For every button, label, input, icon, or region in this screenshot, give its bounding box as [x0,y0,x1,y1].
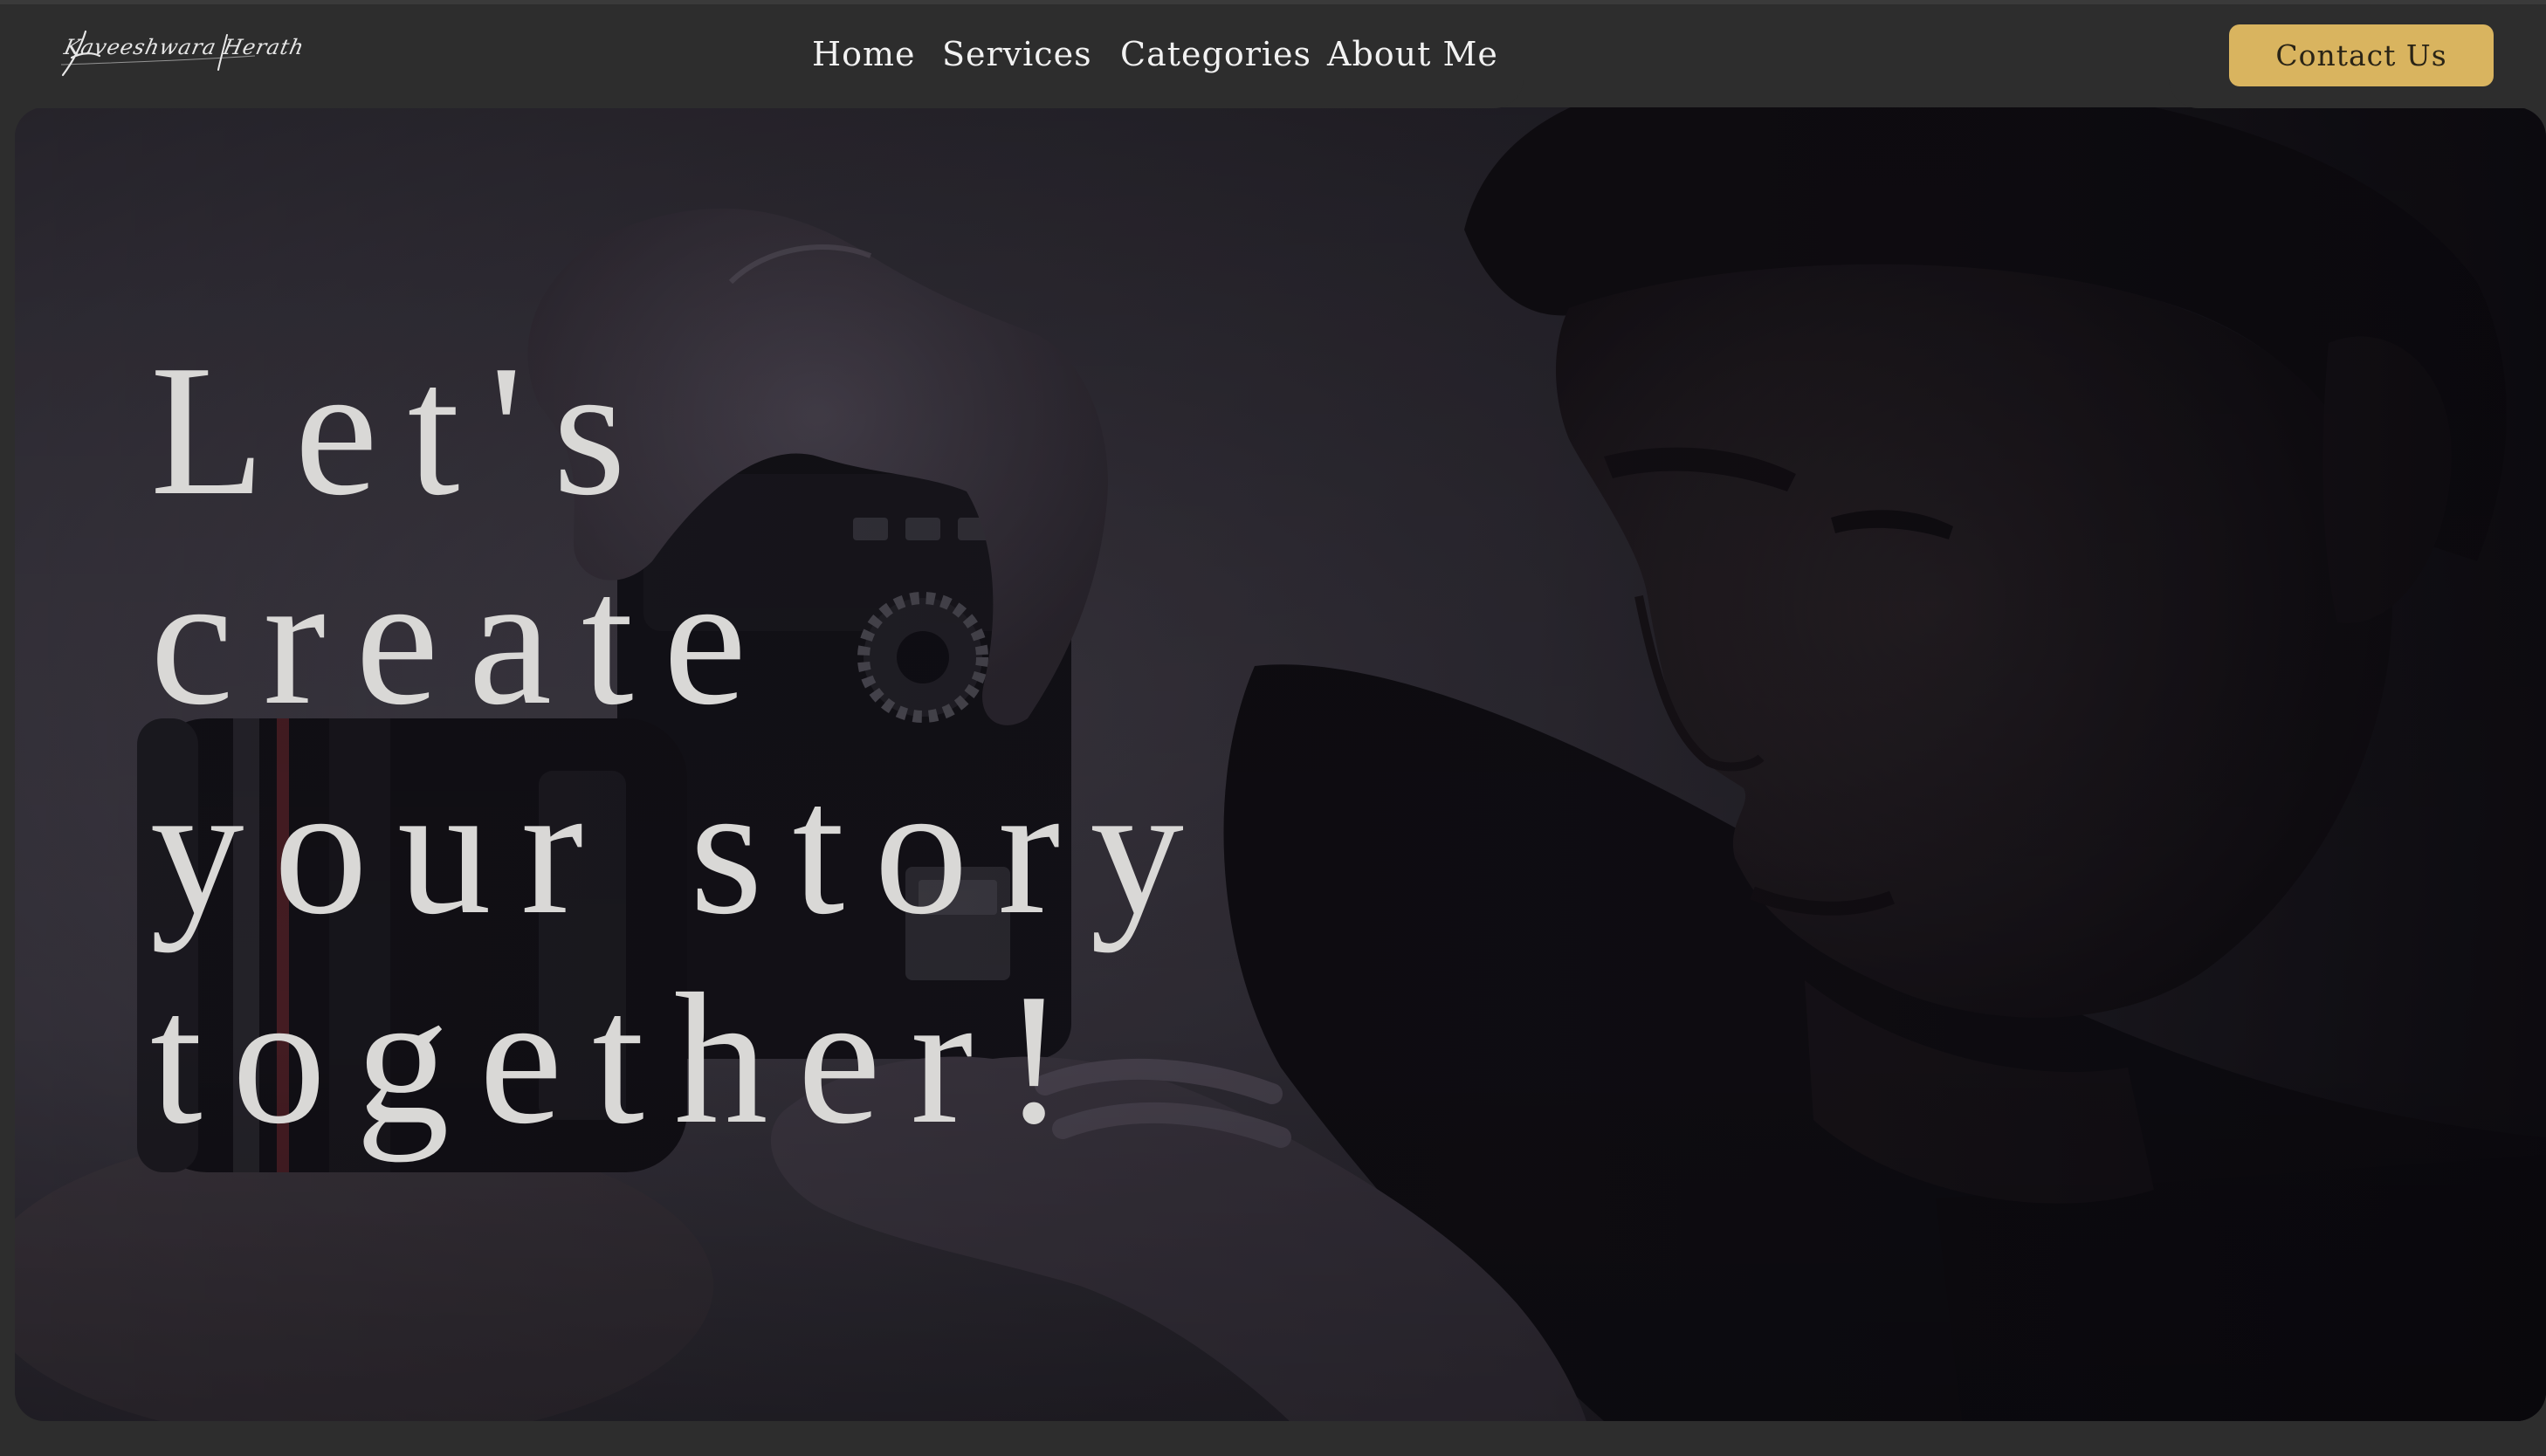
nav-services[interactable]: Services [942,26,1092,82]
nav-home[interactable]: Home [812,26,916,82]
logo-text: Kaveeshwara Herath [62,35,307,59]
window-top-edge [0,0,2546,4]
hero-headline: Let's create your story together! [150,326,1214,1164]
nav-about-me[interactable]: About Me [1327,26,1498,82]
headline-line-1: Let's [150,326,656,534]
contact-us-button[interactable]: Contact Us [2229,24,2494,86]
headline-line-3: your story [150,745,1214,953]
nav-categories[interactable]: Categories [1120,26,1311,82]
headline-line-2: create [150,535,777,744]
hero-section: Let's create your story together! [15,107,2546,1421]
headline-line-4: together! [150,954,1096,1163]
brand-logo[interactable]: Kaveeshwara Herath [56,26,306,82]
